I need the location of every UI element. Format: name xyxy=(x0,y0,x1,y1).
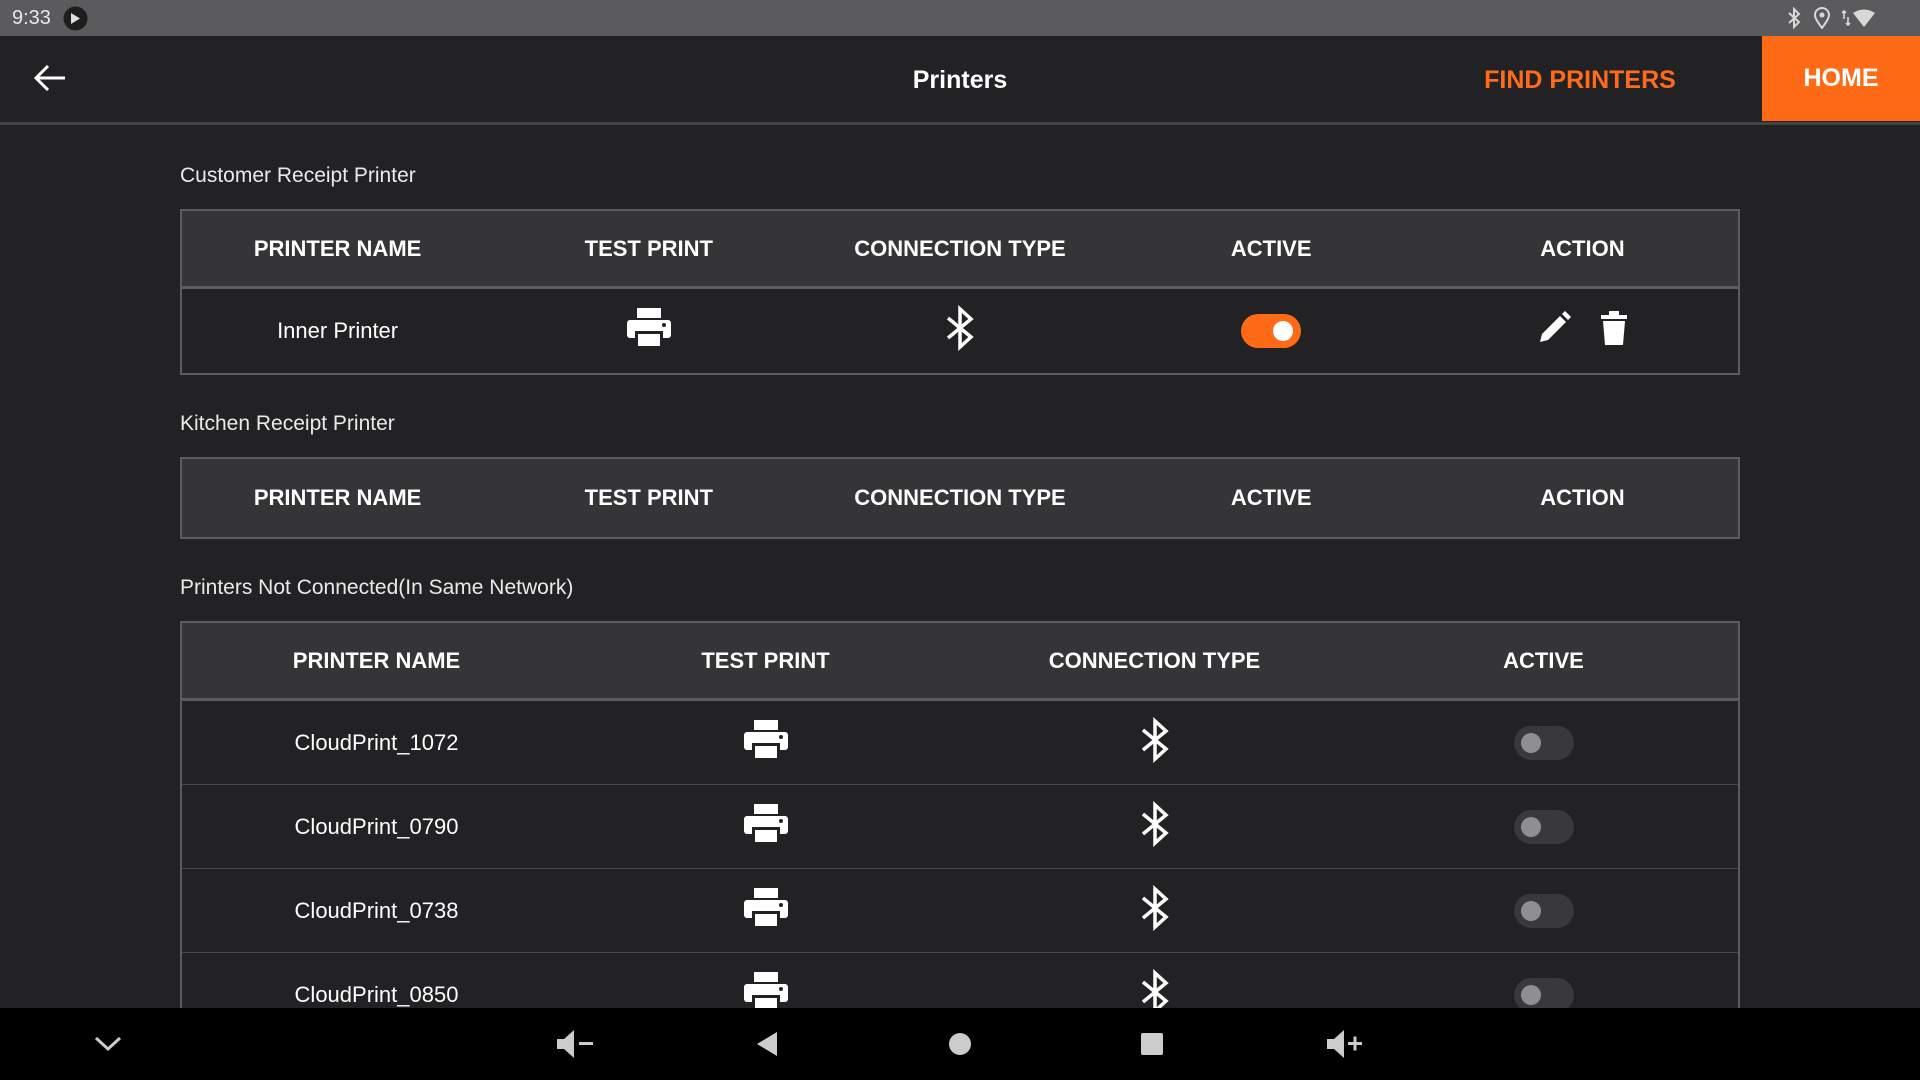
kitchen-printers-table: PRINTER NAME TEST PRINT CONNECTION TYPE … xyxy=(180,457,1740,539)
bluetooth-icon xyxy=(1138,969,1172,1011)
printer-icon[interactable] xyxy=(742,719,790,767)
kitchen-section-label: Kitchen Receipt Printer xyxy=(180,412,395,435)
table-row: CloudPrint_0738 xyxy=(182,869,1738,953)
column-header: ACTION xyxy=(1540,235,1625,261)
location-icon xyxy=(1814,7,1830,29)
printer-name: Inner Printer xyxy=(277,318,399,343)
active-toggle[interactable] xyxy=(1513,893,1574,928)
column-header: CONNECTION TYPE xyxy=(1048,647,1261,673)
table-row: CloudPrint_1072 xyxy=(182,701,1738,785)
not-connected-printers-table: PRINTER NAME TEST PRINT CONNECTION TYPE … xyxy=(180,621,1740,1011)
volume-up-icon[interactable] xyxy=(1325,1024,1365,1064)
table-header: PRINTER NAME TEST PRINT CONNECTION TYPE … xyxy=(182,211,1738,289)
column-header: ACTIVE xyxy=(1230,485,1312,510)
table-header: PRINTER NAME TEST PRINT CONNECTION TYPE … xyxy=(182,623,1738,701)
column-header: PRINTER NAME xyxy=(253,235,422,261)
header-divider xyxy=(0,122,1920,125)
bluetooth-icon xyxy=(1138,716,1172,769)
printer-name: CloudPrint_1072 xyxy=(294,729,459,755)
system-nav-bar xyxy=(0,1008,1920,1080)
find-printers-button[interactable]: FIND PRINTERS xyxy=(1430,66,1730,95)
bluetooth-icon xyxy=(943,305,977,357)
table-row: Inner Printer xyxy=(182,289,1738,373)
column-header: TEST PRINT xyxy=(701,647,830,673)
not-connected-section-label: Printers Not Connected(In Same Network) xyxy=(180,576,574,599)
app-bar: Printers FIND PRINTERS HOME xyxy=(0,36,1920,122)
column-header: TEST PRINT xyxy=(584,235,713,261)
column-header: ACTIVE xyxy=(1230,235,1312,261)
delete-icon[interactable] xyxy=(1601,311,1628,351)
printer-icon[interactable] xyxy=(742,803,790,851)
column-header: CONNECTION TYPE xyxy=(854,485,1066,510)
volume-down-icon[interactable] xyxy=(555,1024,595,1064)
printer-name: CloudPrint_0850 xyxy=(294,982,459,1007)
customer-printers-table: PRINTER NAME TEST PRINT CONNECTION TYPE … xyxy=(180,209,1740,375)
printer-icon[interactable] xyxy=(742,971,790,1011)
column-header: ACTION xyxy=(1540,485,1625,510)
table-row: CloudPrint_0850 xyxy=(182,953,1738,1011)
printer-name: CloudPrint_0738 xyxy=(294,897,459,923)
wifi-icon xyxy=(1842,7,1876,29)
column-header: PRINTER NAME xyxy=(292,647,461,673)
sync-icon xyxy=(63,6,88,31)
table-header: PRINTER NAME TEST PRINT CONNECTION TYPE … xyxy=(182,459,1738,537)
collapse-icon[interactable] xyxy=(88,1024,128,1064)
active-toggle[interactable] xyxy=(1513,809,1574,844)
status-icons xyxy=(1786,6,1876,30)
column-header: PRINTER NAME xyxy=(253,485,422,510)
status-bar: 9:33 xyxy=(0,0,1920,36)
active-toggle[interactable] xyxy=(1513,725,1574,760)
column-header: TEST PRINT xyxy=(584,485,713,510)
edit-icon[interactable] xyxy=(1537,311,1572,351)
bluetooth-icon xyxy=(1786,7,1802,29)
home-button[interactable]: HOME xyxy=(1762,36,1920,121)
column-header: ACTIVE xyxy=(1503,647,1584,673)
status-time: 9:33 xyxy=(12,7,51,29)
recents-icon[interactable] xyxy=(1132,1024,1172,1064)
printers-screen: 9:33 Printers FIND PRINTERS HOME Custome… xyxy=(0,0,1920,1080)
home-icon[interactable] xyxy=(940,1024,980,1064)
column-header: CONNECTION TYPE xyxy=(854,235,1066,261)
printer-icon[interactable] xyxy=(742,887,790,935)
bluetooth-icon xyxy=(1138,800,1172,853)
customer-section-label: Customer Receipt Printer xyxy=(180,164,416,187)
printer-icon[interactable] xyxy=(625,307,673,355)
bluetooth-icon xyxy=(1138,884,1172,937)
active-toggle[interactable] xyxy=(1241,314,1302,348)
back-icon[interactable] xyxy=(747,1024,787,1064)
active-toggle[interactable] xyxy=(1513,978,1574,1011)
printer-name: CloudPrint_0790 xyxy=(294,813,459,839)
table-row: CloudPrint_0790 xyxy=(182,785,1738,869)
